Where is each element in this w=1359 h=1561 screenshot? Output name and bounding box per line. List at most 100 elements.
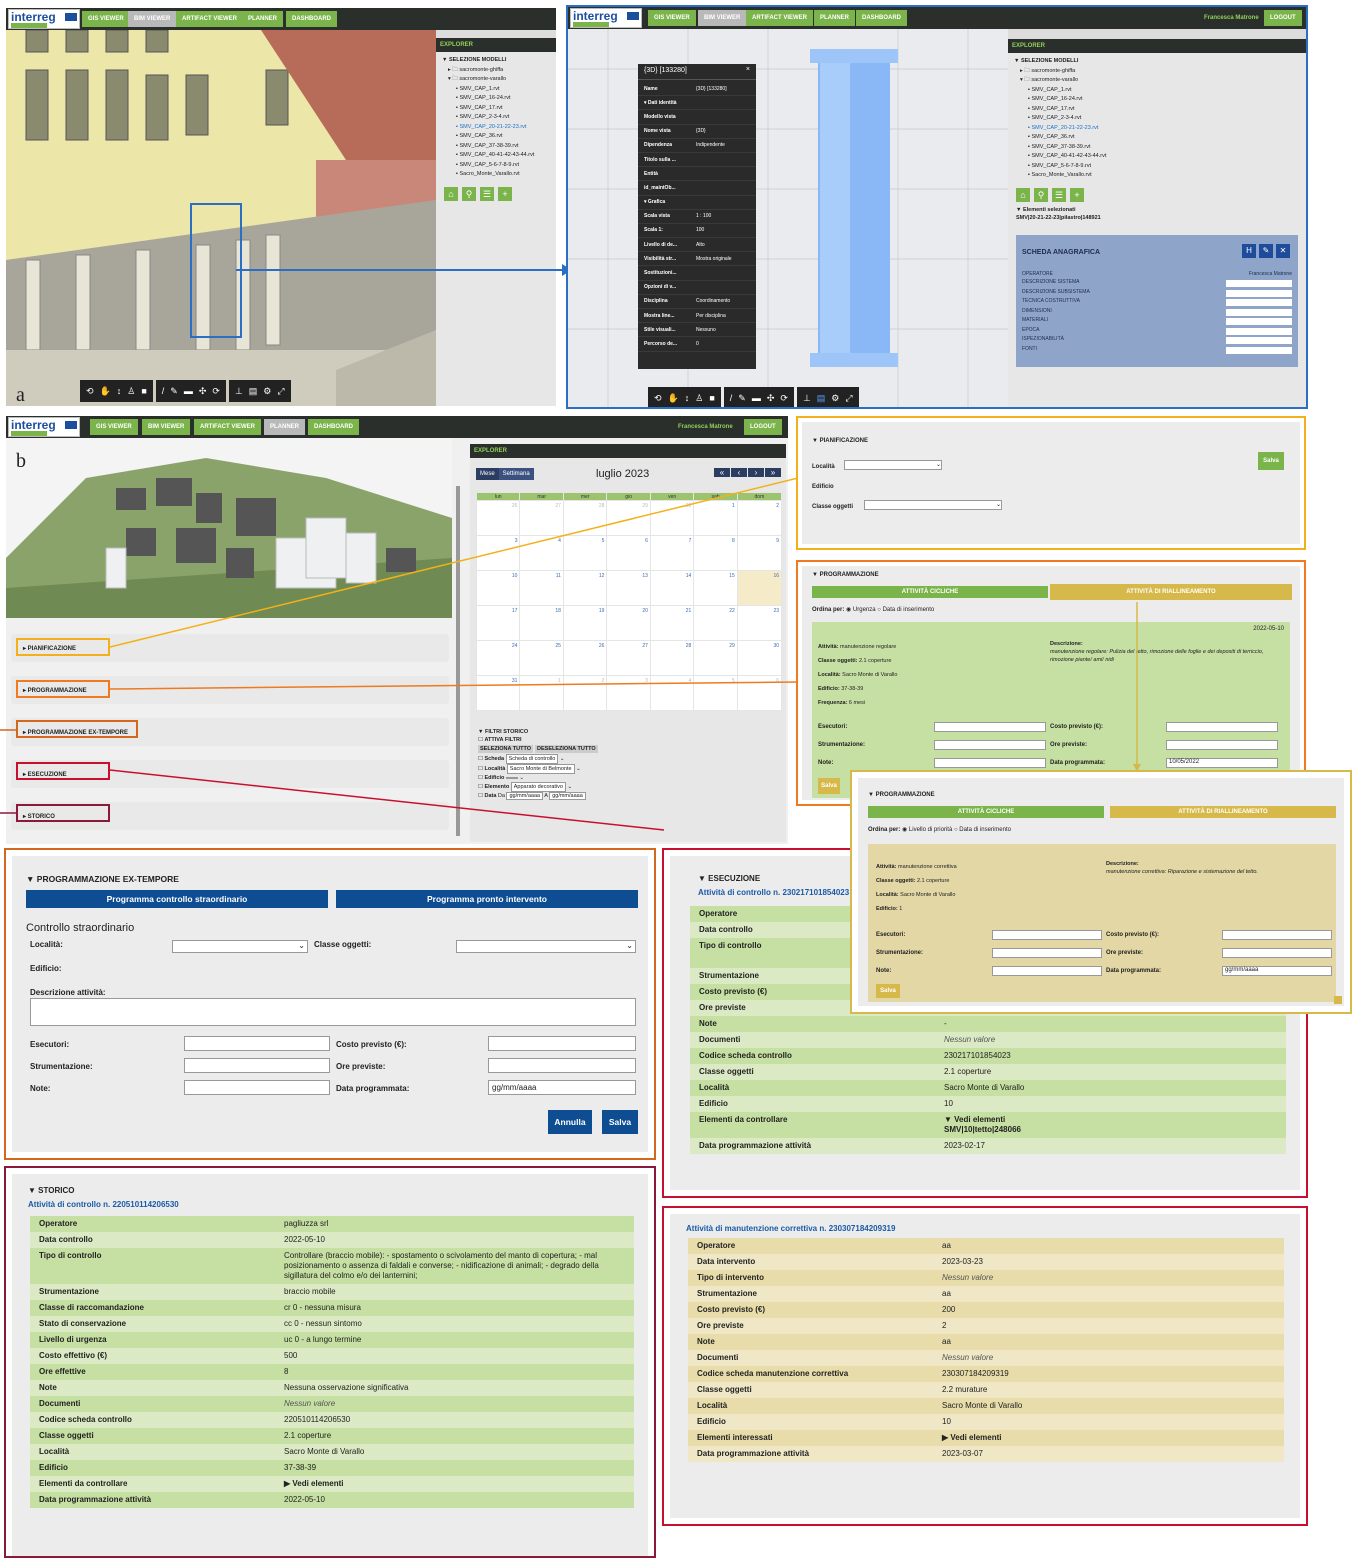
tab-attivita-riallineamento[interactable]: ATTIVITÀ DI RIALLINEAMENTO bbox=[1110, 806, 1336, 818]
nav-bim-viewer[interactable]: BIM VIEWER bbox=[142, 419, 191, 435]
calendar-day[interactable]: 4 bbox=[649, 675, 695, 711]
calendar-day[interactable]: 3 bbox=[475, 535, 521, 571]
folder-varallo[interactable]: ▾ 🗀 sacromonte-varallo bbox=[1014, 76, 1302, 86]
save-icon[interactable]: H bbox=[1242, 244, 1256, 258]
tab-attivita-cicliche[interactable]: ATTIVITÀ CICLICHE bbox=[812, 586, 1048, 598]
file-item[interactable]: ▪ SMV_CAP_36.rvt bbox=[442, 132, 550, 142]
gis-3d-terrain[interactable] bbox=[6, 438, 452, 618]
calendar-day[interactable]: 16 bbox=[736, 570, 783, 606]
logout-button[interactable]: LOGOUT bbox=[744, 419, 782, 435]
folder-ghiffa[interactable]: ▸ 🗀 sacromonte-ghiffa bbox=[1014, 67, 1302, 77]
save-button[interactable]: Salva bbox=[1258, 452, 1284, 470]
folder-ghiffa[interactable]: ▸ 🗀 sacromonte-ghiffa bbox=[442, 66, 550, 76]
calendar-day[interactable]: 9 bbox=[736, 535, 783, 571]
gear-icon[interactable]: ⚙ bbox=[831, 393, 839, 404]
anagrafica-input[interactable] bbox=[1226, 318, 1292, 325]
nav-planner[interactable]: PLANNER bbox=[264, 419, 306, 435]
cancel-button[interactable]: Annulla bbox=[548, 1110, 592, 1134]
measure-icon[interactable]: / bbox=[730, 393, 733, 403]
model-tree[interactable]: ▼ SELEZIONE MODELLI ▸ 🗀 sacromonte-ghiff… bbox=[1008, 53, 1306, 185]
file-item[interactable]: ▪ SMV_CAP_2-3-4.rvt bbox=[442, 113, 550, 123]
property-row[interactable]: Entità bbox=[638, 167, 756, 182]
home-icon[interactable]: ⌂ bbox=[444, 186, 458, 201]
calendar-day[interactable]: 22 bbox=[693, 605, 738, 641]
order-by[interactable]: Ordina per: ◉ Urgenza ○ Data di inserime… bbox=[812, 606, 934, 613]
file-item[interactable]: ▪ SMV_CAP_37-38-39.rvt bbox=[442, 142, 550, 152]
property-row[interactable]: ▾ Dati identità bbox=[638, 96, 756, 111]
programma-intervento-button[interactable]: Programma pronto intervento bbox=[336, 890, 638, 908]
programma-controllo-button[interactable]: Programma controllo straordinario bbox=[26, 890, 328, 908]
prev-year-button[interactable]: « bbox=[714, 468, 730, 477]
section-pianificazione[interactable]: ▸ PIANIFICAZIONE bbox=[11, 634, 449, 662]
anagrafica-input[interactable] bbox=[1226, 327, 1292, 335]
zoom-icon[interactable]: ↕ bbox=[685, 393, 690, 403]
calendar-day[interactable]: 25 bbox=[519, 640, 564, 676]
property-row[interactable]: Livello di de... Alto bbox=[638, 238, 756, 253]
logout-button[interactable]: LOGOUT bbox=[1264, 10, 1302, 26]
week-view-button[interactable]: Settimana bbox=[498, 468, 534, 480]
property-row[interactable]: Dipendenza Indipendente bbox=[638, 139, 756, 153]
filter-row[interactable]: ☐ Edificio ⌄ bbox=[478, 774, 598, 782]
esecutori-input[interactable] bbox=[934, 722, 1046, 732]
walk-icon[interactable]: ♙ bbox=[695, 393, 703, 404]
calendar-day[interactable]: 6 bbox=[736, 675, 783, 711]
property-row[interactable]: Name {3D} [133280] bbox=[638, 82, 756, 97]
property-row[interactable]: Visibilità str... Mostra originale bbox=[638, 252, 756, 267]
nav-gis-viewer[interactable]: GIS VIEWER bbox=[82, 11, 130, 27]
file-item[interactable]: ▪ Sacro_Monte_Varallo.rvt bbox=[1014, 171, 1302, 181]
calendar-day[interactable]: 31 bbox=[475, 675, 521, 711]
filter-row[interactable]: ☐ Elemento Apparato decorativo ⌄ bbox=[478, 782, 598, 792]
add-icon[interactable]: + bbox=[498, 186, 512, 201]
calendar-day[interactable]: 19 bbox=[562, 605, 608, 641]
calendar-day[interactable]: 2 bbox=[562, 675, 608, 711]
calendar-day[interactable]: 30 bbox=[736, 640, 783, 676]
calendar-day[interactable]: 5 bbox=[693, 675, 738, 711]
calendar-day[interactable]: 23 bbox=[736, 605, 783, 641]
next-year-button[interactable]: » bbox=[765, 468, 781, 477]
calendar-day[interactable]: 18 bbox=[519, 605, 564, 641]
esecutori-input[interactable] bbox=[992, 930, 1102, 940]
select-all-button[interactable]: SELEZIONA TUTTO bbox=[478, 745, 534, 753]
calendar-day[interactable]: 15 bbox=[693, 570, 738, 606]
property-row[interactable]: Titolo sulla ... bbox=[638, 153, 756, 168]
calendar-day[interactable]: 28 bbox=[649, 640, 695, 676]
calendar-day[interactable]: 3 bbox=[606, 675, 651, 711]
file-item[interactable]: ▪ SMV_CAP_16-24.rvt bbox=[1014, 95, 1302, 105]
filter-data-row[interactable]: ☐ Data Da gg/mm/aaaa A gg/mm/aaaa bbox=[478, 792, 598, 800]
file-item[interactable]: ▪ SMV_CAP_37-38-39.rvt bbox=[1014, 143, 1302, 153]
nav-artifact-viewer[interactable]: ARTIFACT VIEWER bbox=[194, 419, 261, 435]
file-item[interactable]: ▪ SMV_CAP_40-41-42-43-44.rvt bbox=[1014, 152, 1302, 162]
calendar-day[interactable]: 30 bbox=[649, 500, 695, 536]
pan-icon[interactable]: ✋ bbox=[668, 393, 679, 404]
nav-gis-viewer[interactable]: GIS VIEWER bbox=[90, 419, 138, 435]
orbit-icon[interactable]: ⟲ bbox=[86, 386, 94, 397]
section-esecuzione[interactable]: ▸ ESECUZIONE bbox=[11, 760, 449, 788]
pillar-3d-render[interactable] bbox=[568, 29, 1008, 409]
orbit-icon[interactable]: ⟲ bbox=[654, 393, 662, 404]
section-programmazione[interactable]: ▸ PROGRAMMAZIONE bbox=[11, 676, 449, 704]
properties-panel[interactable]: {3D} [133280] × Name {3D} [133280] ▾ Dati … bbox=[638, 64, 756, 369]
file-item[interactable]: ▪ SMV_CAP_40-41-42-43-44.rvt bbox=[442, 151, 550, 161]
section-icon[interactable]: ✎ bbox=[738, 393, 746, 404]
measure-icon[interactable]: / bbox=[162, 386, 165, 396]
attiva-filtri-checkbox[interactable]: ☐ ATTIVA FILTRI bbox=[478, 736, 598, 744]
anagrafica-input[interactable] bbox=[1226, 308, 1292, 316]
calendar-day[interactable]: 27 bbox=[519, 500, 564, 536]
model-tree[interactable]: ▼ SELEZIONE MODELLI ▸ 🗀 sacromonte-ghiff… bbox=[436, 52, 556, 184]
close-icon[interactable]: × bbox=[746, 66, 750, 73]
calendar-day[interactable]: 24 bbox=[475, 640, 521, 676]
list-icon[interactable]: ☰ bbox=[1052, 187, 1066, 202]
file-item-selected[interactable]: ▪ SMV_CAP_20-21-22-23.rvt bbox=[1014, 124, 1302, 134]
nav-bim-viewer[interactable]: BIM VIEWER bbox=[128, 11, 177, 27]
property-row[interactable]: Disciplina Coordinamento bbox=[638, 295, 756, 309]
anagrafica-input[interactable] bbox=[1226, 337, 1292, 344]
save-button[interactable]: Salva bbox=[818, 778, 840, 794]
calendar-day[interactable]: 7 bbox=[649, 535, 695, 571]
calendar-day[interactable]: 11 bbox=[519, 570, 564, 606]
property-row[interactable]: Scala 1: 100 bbox=[638, 224, 756, 239]
list-icon[interactable]: ☰ bbox=[480, 186, 494, 201]
tab-attivita-cicliche[interactable]: ATTIVITÀ CICLICHE bbox=[868, 806, 1104, 818]
prev-month-button[interactable]: ‹ bbox=[731, 468, 747, 477]
nav-artifact-viewer[interactable]: ARTIFACT VIEWER bbox=[176, 11, 243, 27]
classe-oggetti-select[interactable]: ⌄ bbox=[864, 500, 1002, 510]
